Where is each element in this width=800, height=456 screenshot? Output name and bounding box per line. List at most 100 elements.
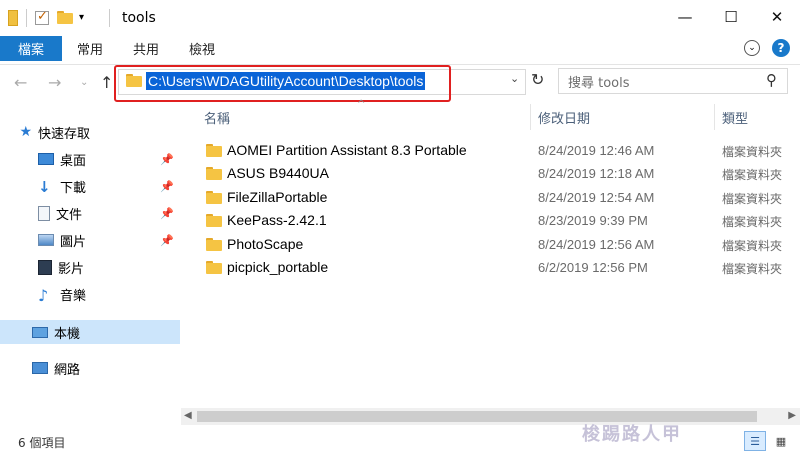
file-name: picpick_portable [227,259,329,275]
sidebar-item-downloads[interactable]: ↓ 下載 📌 [0,174,180,198]
sidebar-item-music[interactable]: ♪ 音樂 [0,282,180,306]
file-modified: 8/24/2019 12:54 AM [538,190,655,205]
sidebar-item-label: 桌面 [60,153,87,169]
navigation-pane: ★ 快速存取 桌面 📌 ↓ 下載 📌 文件 📌 圖片 📌 影片 ♪ 音樂 本機 … [0,104,180,424]
sidebar-item-label: 本機 [54,326,81,342]
tab-share[interactable]: 共用 [118,36,174,61]
column-header-modified[interactable]: 修改日期 [538,104,590,130]
forward-arrow-icon[interactable]: → [48,73,61,92]
file-row[interactable]: PhotoScape 8/24/2019 12:56 AM 檔案資料夾 [184,233,800,256]
file-name: FileZillaPortable [227,189,328,205]
sidebar-item-documents[interactable]: 文件 📌 [0,201,180,225]
sidebar-item-label: 網路 [54,362,81,378]
back-arrow-icon[interactable]: ← [14,73,27,92]
column-header-name[interactable]: 名稱 [204,104,230,130]
maximize-button[interactable]: ☐ [708,0,754,34]
this-pc-icon [32,326,48,338]
sidebar-item-quick-access[interactable]: ★ 快速存取 [0,120,180,144]
download-icon: ↓ [38,178,51,196]
sidebar-item-desktop[interactable]: 桌面 📌 [0,147,180,171]
file-row[interactable]: AOMEI Partition Assistant 8.3 Portable 8… [184,139,800,162]
toolbar-separator [26,9,27,27]
expand-ribbon-icon[interactable]: ⌄ [744,40,760,56]
tab-file[interactable]: 檔案 [0,36,63,61]
customize-toolbar-dropdown-icon[interactable]: ▾ [79,11,93,25]
sidebar-item-label: 文件 [56,207,83,223]
star-icon: ★ [19,124,32,140]
new-folder-icon[interactable] [57,11,73,25]
folder-icon [206,167,222,180]
horizontal-scrollbar[interactable]: ◀ ▶ [181,408,800,425]
file-type: 檔案資料夾 [722,239,783,253]
file-row[interactable]: KeePass-2.42.1 8/23/2019 9:39 PM 檔案資料夾 [184,209,800,232]
address-dropdown-icon[interactable]: ⌄ [510,72,519,85]
refresh-icon[interactable]: ↻ [531,70,544,89]
up-arrow-icon[interactable]: ↑ [100,73,113,92]
pin-icon[interactable]: 📌 [160,234,174,247]
column-divider[interactable] [530,104,531,130]
window-folder-icon [8,10,18,26]
sidebar-item-label: 影片 [58,261,85,277]
sidebar-item-label: 下載 [60,180,87,196]
large-icons-view-icon[interactable]: ▦ [772,433,790,449]
address-folder-icon [126,74,142,87]
toolbar-separator [109,9,110,27]
column-divider[interactable] [714,104,715,130]
address-path[interactable]: C:\Users\WDAGUtilityAccount\Desktop\tool… [146,72,426,90]
desktop-icon [38,153,54,165]
pictures-icon [38,234,54,246]
tab-home[interactable]: 常用 [62,36,118,61]
details-view-icon[interactable]: ☰ [744,431,766,451]
file-modified: 6/2/2019 12:56 PM [538,260,648,275]
music-icon: ♪ [38,286,49,305]
sidebar-item-this-pc[interactable]: 本機 [0,320,180,344]
file-name: ASUS B9440UA [227,165,329,181]
recent-locations-chevron-icon[interactable]: ⌄ [80,77,88,88]
file-modified: 8/24/2019 12:56 AM [538,237,655,252]
sidebar-item-label: 快速存取 [38,126,91,142]
scroll-right-icon[interactable]: ▶ [788,410,796,421]
watermark: 梭踢路人甲 [582,424,682,445]
minimize-button[interactable]: — [662,0,708,34]
close-button[interactable]: ✕ [754,0,800,34]
file-row[interactable]: picpick_portable 6/2/2019 12:56 PM 檔案資料夾 [184,256,800,279]
ribbon-tabs: 檔案 常用 共用 檢視 ⌄ ? [0,36,800,61]
folder-icon [206,261,222,274]
sidebar-item-label: 音樂 [60,288,87,304]
file-row[interactable]: FileZillaPortable 8/24/2019 12:54 AM 檔案資… [184,186,800,209]
tab-view[interactable]: 檢視 [174,36,230,61]
sort-indicator-icon: ^ [357,99,366,110]
file-row[interactable]: ASUS B9440UA 8/24/2019 12:18 AM 檔案資料夾 [184,162,800,185]
file-type: 檔案資料夾 [722,262,783,276]
window-title: tools [122,10,156,26]
quick-access-toolbar: ▾ tools [0,0,156,36]
folder-icon [206,214,222,227]
network-icon [32,362,48,374]
file-modified: 8/23/2019 9:39 PM [538,213,648,228]
file-modified: 8/24/2019 12:18 AM [538,166,655,181]
title-bar: ▾ tools — ☐ ✕ [0,0,800,36]
videos-icon [38,259,52,275]
file-type: 檔案資料夾 [722,168,783,182]
search-placeholder: 搜尋 tools [568,76,630,91]
file-type: 檔案資料夾 [722,145,783,159]
sidebar-item-pictures[interactable]: 圖片 📌 [0,228,180,252]
file-name: PhotoScape [227,236,304,252]
folder-icon [206,238,222,251]
file-name: AOMEI Partition Assistant 8.3 Portable [227,142,467,158]
document-icon [38,205,50,221]
sidebar-item-videos[interactable]: 影片 [0,255,180,279]
file-type: 檔案資料夾 [722,192,783,206]
scroll-left-icon[interactable]: ◀ [184,410,192,421]
pin-icon[interactable]: 📌 [160,207,174,220]
properties-icon[interactable] [35,9,49,25]
sidebar-item-label: 圖片 [60,234,87,250]
sidebar-item-network[interactable]: 網路 [0,356,180,380]
search-icon[interactable]: ⚲ [766,71,777,89]
file-modified: 8/24/2019 12:46 AM [538,143,655,158]
column-header-type[interactable]: 類型 [722,104,748,130]
file-type: 檔案資料夾 [722,215,783,229]
pin-icon[interactable]: 📌 [160,153,174,166]
pin-icon[interactable]: 📌 [160,180,174,193]
help-icon[interactable]: ? [772,39,790,57]
